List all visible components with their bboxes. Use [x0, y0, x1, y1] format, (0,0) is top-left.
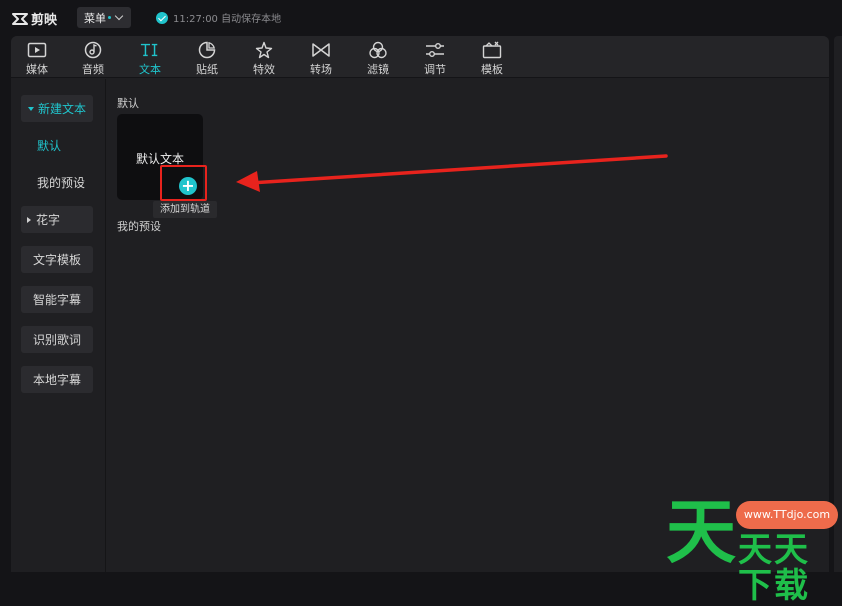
menu-dot-icon	[108, 16, 111, 19]
watermark-big-char: 天	[666, 491, 736, 573]
title-bar: 剪映 菜单 11:27:00 自动保存本地	[0, 0, 842, 36]
watermark-url: www.TTdjo.com	[736, 501, 838, 529]
save-status-text: 11:27:00 自动保存本地	[173, 14, 282, 25]
menu-button[interactable]: 菜单	[77, 7, 131, 28]
check-circle-icon	[156, 11, 168, 24]
app-logo: 剪映	[12, 9, 57, 28]
capcut-logo-icon	[12, 12, 28, 25]
site-watermark: 天 www.TTdjo.com 天天下载	[656, 491, 842, 604]
watermark-name: 天天下载	[738, 530, 810, 606]
menu-label: 菜单	[84, 11, 106, 25]
chevron-down-icon	[114, 11, 124, 20]
save-status: 11:27:00 自动保存本地	[156, 10, 281, 25]
app-name: 剪映	[31, 13, 58, 28]
